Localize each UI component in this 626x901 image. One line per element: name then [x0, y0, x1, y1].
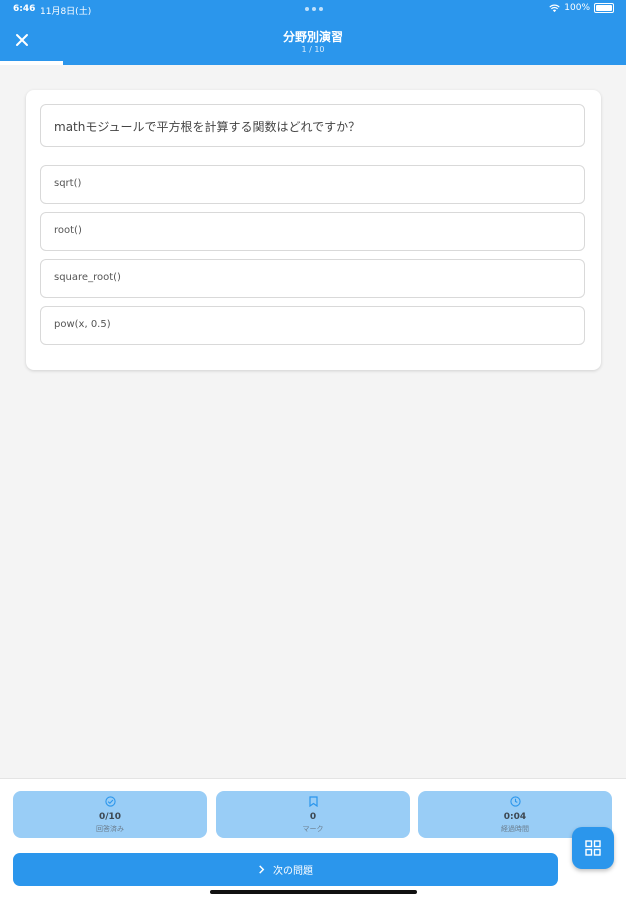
stat-answered: 0/10 回答済み — [13, 791, 207, 838]
question-counter: 1 / 10 — [301, 45, 325, 54]
answer-option[interactable]: pow(x, 0.5) — [40, 306, 585, 345]
progress-bar — [0, 61, 626, 65]
answer-option[interactable]: sqrt() — [40, 165, 585, 204]
check-circle-icon — [13, 796, 207, 810]
home-indicator[interactable] — [210, 890, 417, 894]
question-grid-button[interactable] — [572, 827, 614, 869]
status-date: 11月8日(土) — [40, 7, 92, 17]
app-header: 6:46 11月8日(土) 100% 分野別演習 1 / 10 — [0, 0, 626, 62]
stat-marked: 0 マーク — [216, 791, 410, 838]
battery-icon — [594, 3, 614, 13]
next-question-button[interactable]: 次の問題 — [13, 853, 558, 886]
progress-fill — [0, 61, 63, 65]
question-card: mathモジュールで平方根を計算する関数はどれですか？ sqrt() root(… — [26, 90, 601, 370]
stat-value: 0/10 — [98, 812, 122, 822]
bookmark-icon — [216, 796, 410, 810]
stat-label: 回答済み — [96, 825, 124, 833]
wifi-icon — [549, 4, 560, 12]
battery-percent: 100% — [564, 3, 590, 13]
next-question-label: 次の問題 — [273, 866, 313, 877]
chevron-right-icon — [259, 865, 265, 874]
stat-value: 0 — [309, 812, 317, 822]
clock-icon — [418, 796, 612, 810]
multitasking-dots-icon[interactable] — [305, 7, 323, 11]
page-title: 分野別演習 — [282, 30, 343, 44]
stat-value: 0:04 — [503, 812, 527, 822]
status-time: 6:46 — [13, 4, 36, 14]
question-text: mathモジュールで平方根を計算する関数はどれですか？ — [40, 104, 585, 147]
answer-option[interactable]: root() — [40, 212, 585, 251]
stat-label: マーク — [302, 825, 324, 833]
answer-option[interactable]: square_root() — [40, 259, 585, 298]
status-right: 100% — [549, 3, 614, 13]
grid-icon — [585, 840, 601, 856]
